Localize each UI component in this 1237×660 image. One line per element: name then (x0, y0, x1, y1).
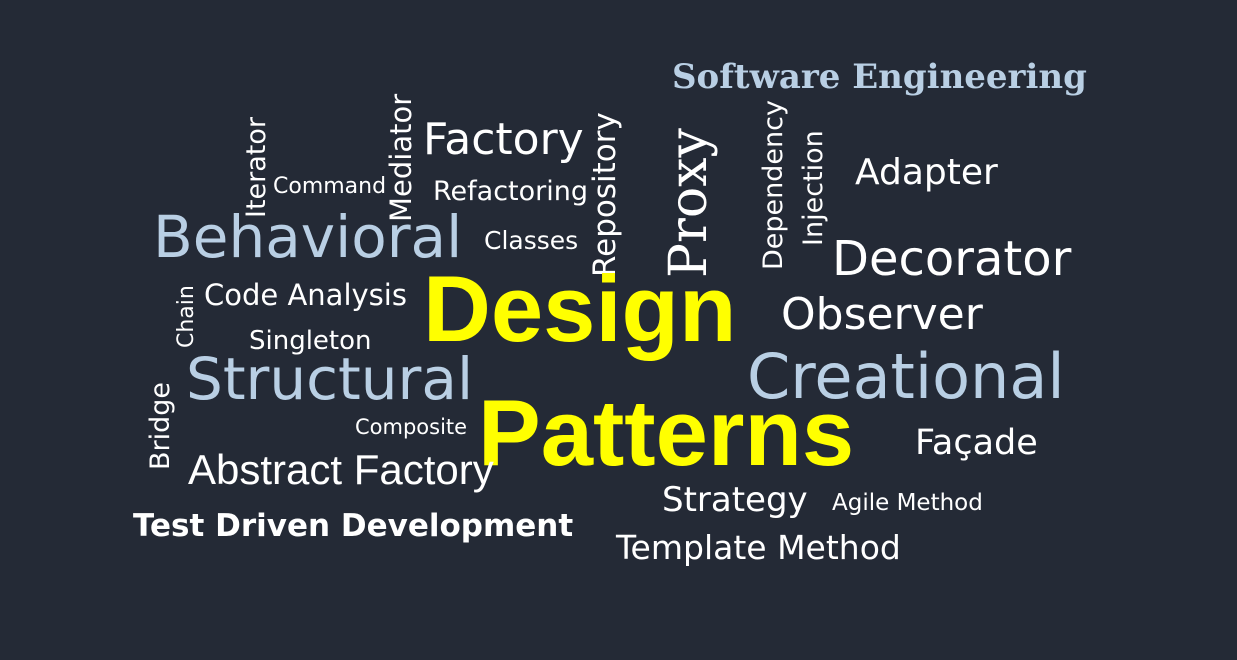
word-decorator: Decorator (832, 231, 1072, 287)
word-behavioral: Behavioral (153, 203, 463, 271)
word-injection: Injection (798, 130, 829, 246)
word-composite: Composite (355, 415, 468, 439)
word-abstract-factory: Abstract Factory (188, 446, 494, 493)
word-command: Command (273, 174, 387, 199)
word-code-analysis: Code Analysis (204, 278, 407, 312)
word-repository: Repository (587, 112, 623, 277)
word-strategy: Strategy (662, 480, 808, 520)
word-facade: Façade (915, 423, 1038, 463)
word-observer: Observer (781, 289, 983, 340)
word-dependency: Dependency (758, 100, 789, 270)
word-refactoring: Refactoring (433, 176, 589, 207)
word-bridge: Bridge (145, 381, 176, 470)
word-chain: Chain (174, 285, 199, 348)
word-structural: Structural (186, 345, 474, 413)
word-factory: Factory (423, 114, 584, 165)
word-patterns: Patterns (478, 380, 855, 485)
word-template-method: Template Method (616, 528, 901, 567)
word-design: Design (423, 256, 737, 361)
word-classes: Classes (484, 226, 579, 255)
word-test-driven-development: Test Driven Development (133, 508, 574, 544)
word-software-engineering: Software Engineering (672, 57, 1087, 97)
word-agile-method: Agile Method (832, 490, 983, 516)
word-adapter: Adapter (855, 152, 998, 193)
